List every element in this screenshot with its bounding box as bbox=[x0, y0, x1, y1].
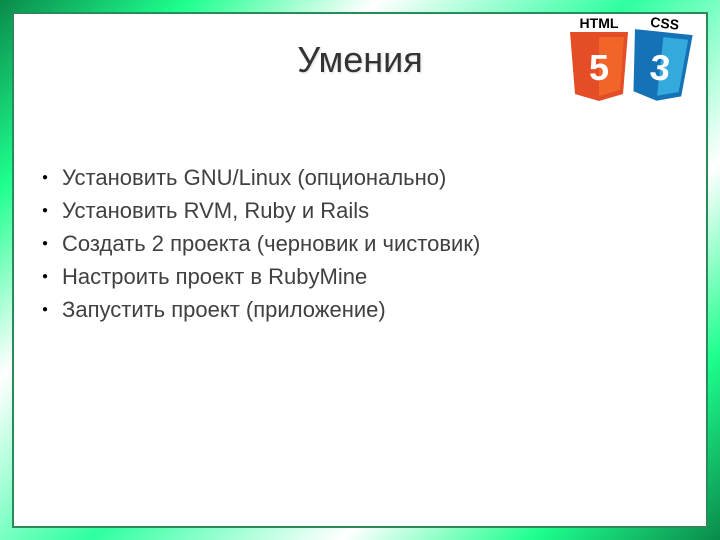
list-item: Настроить проект в RubyMine bbox=[42, 260, 686, 293]
bullet-text: Создать 2 проекта (черновик и чистовик) bbox=[62, 227, 480, 260]
skills-list: Установить GNU/Linux (опционально) Устан… bbox=[34, 161, 686, 326]
html5-number: 5 bbox=[589, 47, 609, 88]
decorative-frame: HTML 5 CSS 3 Умения Установить GNU/Linux… bbox=[0, 0, 720, 540]
bullet-text: Запустить проект (приложение) bbox=[62, 293, 386, 326]
bullet-text: Установить GNU/Linux (опционально) bbox=[62, 161, 446, 194]
list-item: Запустить проект (приложение) bbox=[42, 293, 686, 326]
bullet-text: Настроить проект в RubyMine bbox=[62, 260, 367, 293]
list-item: Создать 2 проекта (черновик и чистовик) bbox=[42, 227, 686, 260]
html5-label: HTML bbox=[580, 15, 619, 31]
slide-content: HTML 5 CSS 3 Умения Установить GNU/Linux… bbox=[12, 12, 708, 528]
list-item: Установить RVM, Ruby и Rails bbox=[42, 194, 686, 227]
css3-number: 3 bbox=[648, 46, 672, 89]
css3-logo-icon: CSS 3 bbox=[621, 11, 700, 108]
bullet-text: Установить RVM, Ruby и Rails bbox=[62, 194, 369, 227]
css3-label: CSS bbox=[650, 14, 680, 33]
list-item: Установить GNU/Linux (опционально) bbox=[42, 161, 686, 194]
tech-logos: HTML 5 CSS 3 bbox=[564, 14, 696, 104]
